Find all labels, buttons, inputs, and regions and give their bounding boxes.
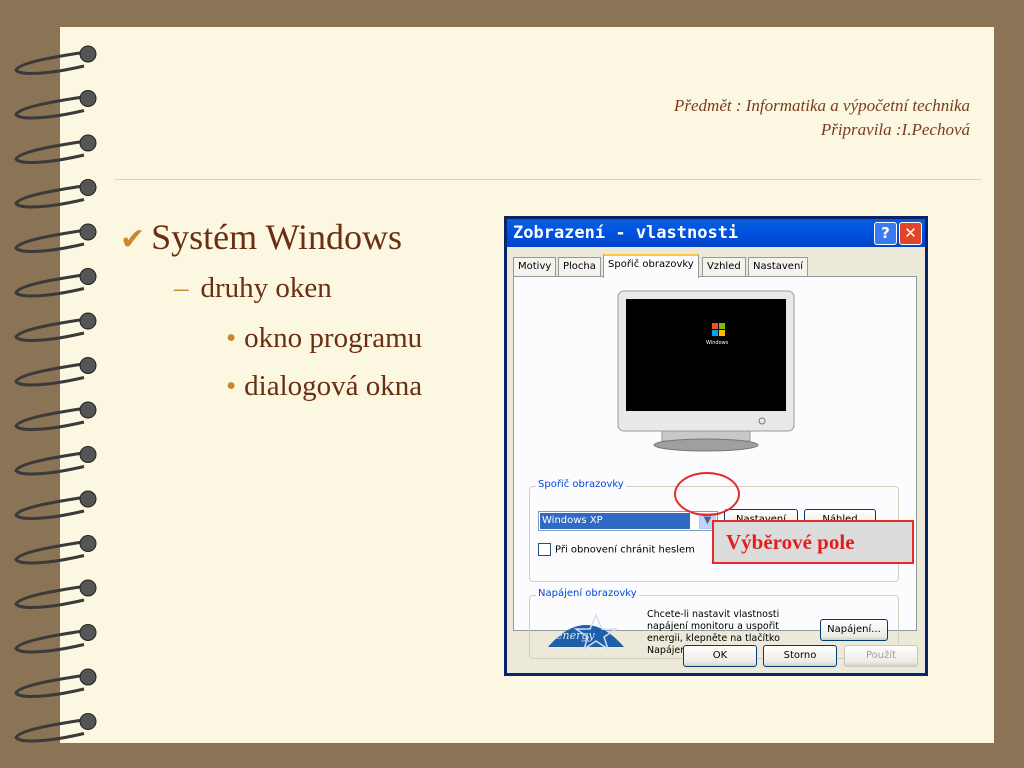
ok-button[interactable]: OK <box>683 645 757 667</box>
tab-nastaveni[interactable]: Nastavení <box>748 257 809 276</box>
spiral-ring <box>14 362 87 387</box>
tab-screensaver[interactable]: Spořič obrazovky <box>603 254 699 278</box>
energy-logo-text: energy <box>556 629 595 642</box>
spiral-hole <box>79 579 97 597</box>
spiral-ring <box>14 317 87 342</box>
help-button[interactable]: ? <box>874 222 897 245</box>
cancel-button[interactable]: Storno <box>763 645 837 667</box>
password-checkbox[interactable] <box>538 543 551 556</box>
spiral-ring <box>14 718 87 743</box>
spiral-hole <box>79 490 97 508</box>
header-subject: Předmět : Informatika a výpočetní techni… <box>674 96 970 115</box>
bullet-level2-text: druhy oken <box>200 272 332 304</box>
spiral-ring <box>14 228 87 253</box>
monitor-preview: Windows <box>617 290 795 452</box>
close-button[interactable]: ✕ <box>899 222 922 245</box>
spiral-hole <box>79 446 97 463</box>
dialog-title: Zobrazení - vlastnosti <box>513 223 739 243</box>
bullet-level3: • okno programu <box>226 322 422 355</box>
power-group-label: Napájení obrazovky <box>536 588 639 599</box>
spiral-hole <box>79 624 97 641</box>
bullet-level3-text: okno programu <box>244 322 423 354</box>
apply-button[interactable]: Použít <box>844 645 918 667</box>
bullet-level3: • dialogová okna <box>226 370 422 403</box>
bullet-dot-icon: • <box>226 322 237 354</box>
slide-header: Předmět : Informatika a výpočetní techni… <box>674 94 970 142</box>
highlight-circle <box>674 472 740 516</box>
spiral-ring <box>14 184 87 209</box>
spiral-ring <box>14 495 87 520</box>
screensaver-group-label: Spořič obrazovky <box>536 479 626 490</box>
checkmark-icon: ✔ <box>120 223 146 256</box>
spiral-ring <box>14 139 87 164</box>
spiral-binding <box>14 45 97 743</box>
spiral-hole <box>79 268 97 285</box>
screensaver-select[interactable]: Windows XP ▼ <box>538 511 718 531</box>
dash-icon: – <box>174 272 189 304</box>
tab-plocha[interactable]: Plocha <box>558 257 601 276</box>
spiral-hole <box>79 223 97 241</box>
spiral-hole <box>79 713 97 730</box>
windows-logo-text: Windows <box>706 340 729 346</box>
bullet-dot-icon: • <box>226 370 237 402</box>
spiral-ring <box>14 673 87 698</box>
bullet-level1: ✔ Systém Windows <box>120 216 402 258</box>
callout-box: Výběrové pole <box>712 520 914 564</box>
spiral-hole <box>79 45 97 63</box>
energy-star-logo: energy <box>548 613 624 651</box>
dialog-body: Motivy Plocha Spořič obrazovky Vzhled Na… <box>507 247 925 673</box>
spiral-ring <box>14 50 87 75</box>
tab-vzhled[interactable]: Vzhled <box>702 257 746 276</box>
spiral-ring <box>14 584 87 609</box>
spiral-ring <box>14 629 87 654</box>
tab-panel: Windows Spořič obrazovky Windows XP ▼ Na… <box>513 276 917 659</box>
dialog-titlebar[interactable]: Zobrazení - vlastnosti ? ✕ <box>507 219 925 247</box>
spiral-hole <box>79 401 97 419</box>
callout-label: Výběrové pole <box>726 530 855 554</box>
spiral-hole <box>79 535 97 552</box>
spiral-ring <box>14 406 87 431</box>
screensaver-select-value: Windows XP <box>540 513 690 529</box>
spiral-hole <box>79 668 97 686</box>
spiral-hole <box>79 312 97 330</box>
spiral-hole <box>79 134 97 152</box>
spiral-ring <box>14 451 87 476</box>
spiral-hole <box>79 90 97 107</box>
bullet-level2: – druhy oken <box>174 272 332 305</box>
power-button[interactable]: Napájení... <box>820 619 888 641</box>
header-author: Připravila :I.Pechová <box>820 120 970 139</box>
bullet-level1-text: Systém Windows <box>151 217 403 257</box>
spiral-ring <box>14 273 87 298</box>
bullet-level3-text: dialogová okna <box>244 370 423 402</box>
spiral-hole <box>79 179 97 196</box>
spiral-ring <box>14 95 87 120</box>
spiral-hole <box>79 357 97 374</box>
spiral-ring <box>14 540 87 565</box>
password-checkbox-label: Při obnovení chránit heslem <box>555 544 695 556</box>
display-properties-dialog: Zobrazení - vlastnosti ? ✕ Motivy Plocha… <box>504 216 928 676</box>
tab-motivy[interactable]: Motivy <box>513 257 557 276</box>
header-divider <box>115 179 981 180</box>
password-checkbox-row[interactable]: Při obnovení chránit heslem <box>538 543 695 556</box>
